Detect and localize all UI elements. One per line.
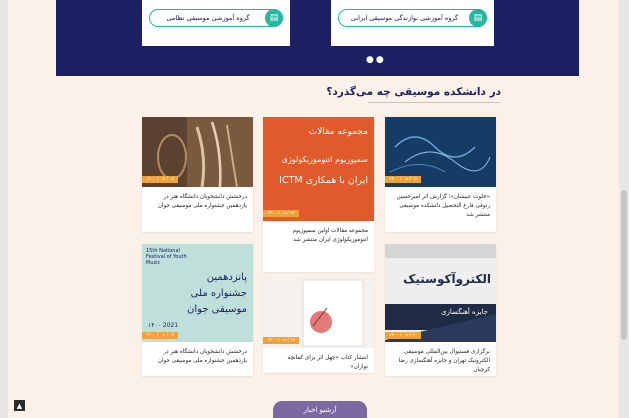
news-thumbnail[interactable]: ۱۴۰۰ / ۰۸ / ۱۸ [263,278,374,348]
carousel-dots[interactable]: ●● [366,55,386,65]
poster-title: مجموعه مقالات [308,127,368,137]
news-card[interactable]: 15th National Festival of Youth Music پا… [142,244,253,376]
news-caption[interactable]: برگزاری فستیوال بین‌المللی موسیقی الکترو… [391,348,491,375]
group-label: گروه آموزشی موسیقی نظامی [166,14,250,22]
news-thumbnail[interactable]: الکتروآکوستیک جایزه آهنگسازی ۱۴۰۰ / ۰۸ /… [385,244,496,342]
poster-line: الکتروآکوستیک [403,272,491,286]
back-to-top-button[interactable]: ▲ [14,400,25,411]
scrollbar-thumb[interactable] [621,190,627,340]
poster-line: موسیقی جوان [187,304,247,315]
poster-sub: جایزه آهنگسازی [440,308,488,316]
group-card-military: گروه آموزشی موسیقی نظامی ▤ [142,0,290,46]
news-caption[interactable]: مجموعه مقالات اولین سمپوزیوم اتنوموزیکول… [269,227,368,245]
date-badge: ۱۴۰۰ / ۰۸ / ۲۰ [385,332,422,339]
news-thumbnail[interactable]: 15th National Festival of Youth Music پا… [142,244,253,342]
group-label: گروه آموزشی نوازندگی موسیقی ایرانی [350,14,459,22]
date-badge: ۱۴۰۰ / ۰۸ / ۰۴ [142,332,179,339]
news-caption[interactable]: درخشش دانشجویان دانشگاه هنر در یازدهمین … [148,193,247,211]
news-card[interactable]: ۱۴۰۰ / ۰۸ / ۱۶ «خلوت عبیشان»؛ گزارش اثر … [385,117,496,232]
date-badge: ۱۴۰۰ / ۰۸ / ۰۲ [142,176,179,183]
date-badge: ۱۴۰۰ / ۰۸ / ۱۶ [385,176,422,183]
news-caption[interactable]: درخشش دانشجویان دانشگاه هنر در یازدهمین … [148,348,247,366]
news-thumbnail[interactable]: ۱۴۰۰ / ۰۸ / ۱۶ [385,117,496,187]
news-caption[interactable]: «خلوت عبیشان»؛ گزارش اثر امیرحسین رتوقی … [391,193,490,220]
news-card[interactable]: ۱۴۰۰ / ۰۸ / ۰۲ درخشش دانشجویان دانشگاه ه… [142,117,253,232]
poster-line: پانزدهمین [206,272,247,283]
poster-year: ۱۴۰۰ 2021 [148,322,179,329]
date-badge: ۱۴۰۰ / ۰۸ / ۱۸ [263,337,300,344]
poster-english: 15th National Festival of Youth Music [146,248,187,266]
news-card[interactable]: الکتروآکوستیک جایزه آهنگسازی ۱۴۰۰ / ۰۸ /… [385,244,496,376]
date-badge: ۱۴۰۰ / ۰۸ / ۲۴ [263,210,300,217]
poster-line: جشنواره ملی [190,288,247,299]
news-archive-button[interactable]: آرشیو اخبار [273,401,367,418]
news-card[interactable]: ۱۴۰۰ / ۰۸ / ۱۸ انتشار کتاب «چهل اثر برای… [263,278,374,373]
building-icon: ▤ [265,9,283,27]
news-caption[interactable]: انتشار کتاب «چهل اثر برای کمانچه نوازان» [269,354,368,372]
poster-line: سمپوزیوم اتنوموزیکولوژی [281,155,368,164]
groups-band: گروه آموزشی موسیقی نظامی ▤ گروه آموزشی ن… [56,0,579,76]
group-card-iranian: گروه آموزشی نوازندگی موسیقی ایرانی ▤ [331,0,494,46]
building-icon: ▤ [469,9,487,27]
news-card[interactable]: مجموعه مقالات سمپوزیوم اتنوموزیکولوژی ای… [263,117,374,272]
scrollbar-track[interactable] [619,0,629,418]
poster-line: ایران با همکاری ICTM [279,175,368,186]
news-thumbnail[interactable]: ۱۴۰۰ / ۰۸ / ۰۲ [142,117,253,187]
title-underline [368,102,500,103]
news-thumbnail[interactable]: مجموعه مقالات سمپوزیوم اتنوموزیکولوژی ای… [263,117,374,221]
group-button-iranian-music[interactable]: گروه آموزشی نوازندگی موسیقی ایرانی ▤ [338,9,487,27]
group-button-military-music[interactable]: گروه آموزشی موسیقی نظامی ▤ [149,9,283,27]
window-left-frame [0,0,8,418]
section-title: در دانشکده موسیقی چه می‌گذرد؟ [326,86,501,98]
